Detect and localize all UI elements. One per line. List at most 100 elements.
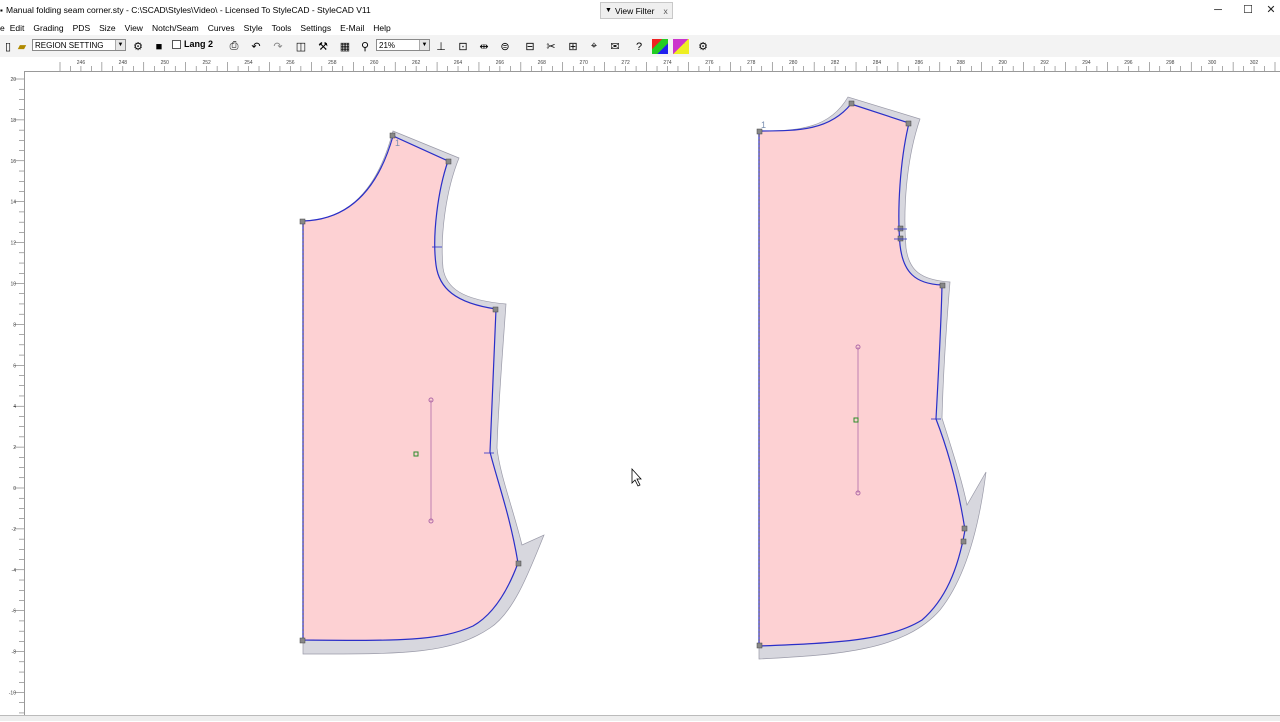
menu-item-curves[interactable]: Curves [208,23,235,33]
ruler-label: 248 [119,60,128,66]
close-button[interactable]: ✕ [1262,2,1280,18]
ruler-label: 272 [621,60,630,66]
palette-icon[interactable] [673,39,689,54]
zoom-select[interactable]: 21% ▼ [376,39,430,51]
shapes-icon[interactable]: ◫ [293,39,309,54]
ruler-label: 290 [999,60,1008,66]
email-icon[interactable]: ✉ [607,39,623,54]
ruler-label: -2 [12,527,17,533]
ruler-label: 246 [77,60,86,66]
ruler-label: 256 [286,60,295,66]
menu-item-style[interactable]: Style [244,23,263,33]
pattern-drawing[interactable]: 1 1 [25,72,1280,715]
ruler-label: -6 [12,609,17,615]
piece-right[interactable]: 1 [756,96,987,660]
ruler-label: 16 [10,159,16,165]
redo-icon[interactable]: ↷ [270,39,286,54]
ruler-label: 270 [580,60,589,66]
dropdown-arrow-icon: ▼ [605,7,612,14]
pattern-icon[interactable]: ⊡ [455,39,471,54]
ruler-label: 254 [244,60,253,66]
piece-label: 1 [395,138,400,148]
menu-item-pds[interactable]: PDS [73,23,90,33]
menu-item-file-stub[interactable]: e [0,23,5,33]
ruler-label: 284 [873,60,882,66]
ruler-label: 268 [538,60,547,66]
ruler-label: 282 [831,60,840,66]
mirror-icon[interactable]: ⇹ [476,39,492,54]
minimize-button[interactable]: ─ [1203,2,1233,18]
ruler-label: 262 [412,60,421,66]
mouse-cursor-icon [631,467,642,487]
ruler-label: 302 [1250,60,1259,66]
ruler-left-scale: 20181614121086420-2-4-6-8-10 [9,77,24,714]
ruler-label: 20 [10,77,16,83]
ruler-label: 276 [705,60,714,66]
left-ruler: 20 18 16 14 12 10 8 6 4 2 0 -2 -4 -6 -8 -10 [0,71,25,720]
ruler-label: 250 [161,60,170,66]
ruler-label: -10 [9,691,16,697]
app-icon: ▪ [0,6,3,15]
piece-label: 1 [761,120,766,130]
ruler-label: 14 [10,200,16,206]
ruler-label: 274 [663,60,672,66]
menu-item-grading[interactable]: Grading [33,23,63,33]
pattern-piece-body[interactable] [302,135,519,641]
close-icon[interactable]: x [663,6,667,16]
ruler-label: 300 [1208,60,1217,66]
menu-item-notch-seam[interactable]: Notch/Seam [152,23,199,33]
window-title: Manual folding seam corner.sty - C:\SCAD… [6,5,371,15]
tools-icon[interactable]: ✂ [543,39,559,54]
piece-left[interactable]: 1 [299,130,545,655]
ruler-label: 292 [1040,60,1049,66]
print-icon[interactable]: ⎙ [226,39,242,54]
ruler-label: 10 [10,282,16,288]
ruler-label: 4 [13,404,16,410]
digitize-icon[interactable]: ⌖ [586,39,602,54]
ruler-label: 288 [957,60,966,66]
menu-item-help[interactable]: Help [373,23,390,33]
title-bar: ▪ Manual folding seam corner.sty - C:\SC… [0,0,1280,20]
pattern-piece-body[interactable] [758,103,966,647]
top-ruler: 246 248 250 252 254 256 258 260 262 264 266 268 270 2… [0,57,1280,72]
layout-icon[interactable]: ⊥ [433,39,449,54]
measure-icon[interactable]: ⊜ [497,39,513,54]
ruler-label: 260 [370,60,379,66]
camera-icon[interactable]: ⊞ [565,39,581,54]
undo-icon[interactable]: ↶ [248,39,264,54]
pattern-canvas[interactable]: 1 1 [25,72,1280,715]
zoom-icon[interactable]: ⚲ [357,39,373,54]
menu-item-view[interactable]: View [125,23,143,33]
menu-item-email[interactable]: E-Mail [340,23,364,33]
ruler-label: 258 [328,60,337,66]
ruler-label: 266 [496,60,505,66]
menu-item-settings[interactable]: Settings [300,23,331,33]
hammer-icon[interactable]: ⚒ [315,39,331,54]
ruler-label: 0 [13,486,16,492]
ruler-label: 18 [10,118,16,124]
ruler-label: 280 [789,60,798,66]
ruler-label: 286 [915,60,924,66]
ruler-label: 264 [454,60,463,66]
menu-item-edit[interactable]: Edit [10,23,25,33]
ruler-top-scale: 246 248 250 252 254 256 258 260 262 264 266 268 270 2… [59,60,1276,71]
menu-item-tools[interactable]: Tools [272,23,292,33]
menu-item-size[interactable]: Size [99,23,116,33]
view-filter-tab[interactable]: ▼ View Filter x [600,2,673,19]
settings-icon[interactable]: ⚙ [695,39,711,54]
ruler-label: 294 [1082,60,1091,66]
color-icon[interactable] [652,39,668,54]
maximize-button[interactable]: ☐ [1233,2,1263,18]
ruler-label: -4 [12,568,17,574]
menu-bar: e Edit Grading PDS Size View Notch/Seam … [0,20,1280,35]
lock-icon[interactable]: ⊟ [522,39,538,54]
grid-icon[interactable]: ▦ [337,39,353,54]
ruler-label: 296 [1124,60,1133,66]
ruler-label: 252 [202,60,211,66]
status-bar [0,715,1280,721]
ruler-label: 12 [10,241,16,247]
ruler-label: 278 [747,60,756,66]
help-icon[interactable]: ? [631,39,647,54]
ruler-label: 2 [13,445,16,451]
view-filter-label: View Filter [614,5,655,16]
